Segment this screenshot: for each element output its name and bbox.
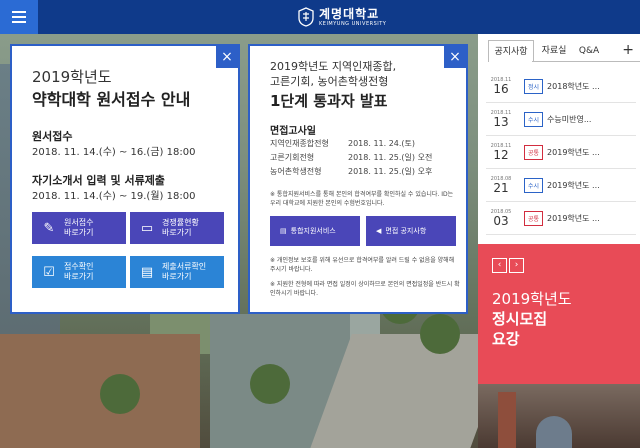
tab-notices[interactable]: 공지사항	[488, 40, 534, 62]
logo-english-text: KEIMYUNG UNIVERSITY	[319, 20, 387, 27]
list-item[interactable]: 2018.11 12 공통 2019학년도 ...	[486, 136, 636, 169]
category-badge: 공통	[524, 210, 544, 226]
more-plus-button[interactable]: +	[622, 42, 634, 58]
documents-dates: 2018. 11. 14.(수) ~ 19.(월) 18:00	[32, 191, 196, 202]
hamburger-menu-button[interactable]	[0, 0, 38, 34]
list-item[interactable]: 2018.08 21 수시 2019학년도 ...	[486, 169, 636, 202]
document-icon: ▤	[280, 227, 287, 235]
application-label: 원서접수	[32, 130, 73, 143]
schedule-row: 농어촌학생전형 2018. 11. 25.(일) 오후	[270, 167, 433, 176]
integrated-service-button[interactable]: ▤ 통합지원서비스	[270, 216, 360, 246]
pharmacy-admission-popup: × 2019학년도 약학대학 원서접수 안내 원서접수 2018. 11. 14…	[10, 44, 240, 314]
pencil-icon: ✎	[43, 220, 55, 236]
category-badge: 수시	[524, 177, 544, 193]
tower-image	[498, 392, 516, 448]
close-popup-button[interactable]: ×	[216, 46, 238, 68]
notice-title: 수능미반영...	[547, 114, 592, 124]
top-header: 계명대학교 KEIMYUNG UNIVERSITY	[0, 0, 640, 34]
notice-title: 2019학년도 ...	[547, 147, 600, 157]
schedule-notice-text: ※ 지원한 전형에 따라 면접 일정이 상이하므로 본인의 면접일정을 반드시 …	[270, 281, 460, 297]
next-slide-button[interactable]: ›	[509, 258, 524, 273]
close-icon: ×	[221, 49, 233, 65]
notice-title: 2018학년도 ...	[547, 81, 600, 91]
tab-qna[interactable]: Q&A	[574, 40, 604, 62]
popup-headline: 1단계 통과자 발표	[270, 92, 388, 110]
popup-line2: 고른기회, 농어촌학생전형	[270, 75, 389, 88]
notice-text: ※ 통합지원서비스를 통해 본인의 합격여부를 확인하실 수 있습니다. ID는…	[270, 191, 454, 207]
schedule-row: 지역인재종합전형 2018. 11. 24.(토)	[270, 139, 416, 148]
interview-notice-button[interactable]: ◀ 면접 공지사항	[366, 216, 456, 246]
dome-image	[536, 416, 572, 448]
popup-line1: 2019학년도 지역인재종합,	[270, 60, 397, 73]
notice-list: 2018.11 16 정시 2018학년도 ... 2018.11 13 수시 수능…	[486, 70, 636, 235]
privacy-notice-text: ※ 개인정보 보호를 위해 유선으로 합격여부를 알려 드릴 수 없음을 양해해…	[270, 257, 455, 273]
list-item[interactable]: 2018.11 16 정시 2018학년도 ...	[486, 70, 636, 103]
close-icon: ×	[449, 49, 461, 65]
logo-korean-text: 계명대학교	[319, 6, 380, 21]
menu-line-icon	[12, 21, 26, 23]
promo-year: 2019학년도	[492, 290, 572, 308]
category-badge: 수시	[524, 111, 544, 127]
apply-button[interactable]: ✎ 원서접수 바로가기	[32, 212, 126, 244]
monitor-icon: ▭	[140, 220, 154, 236]
promo-title: 정시모집	[492, 310, 548, 328]
notice-sidebar: 공지사항 자료실 Q&A + 2018.11 16 정시 2018학년도 ... …	[478, 34, 640, 448]
tab-resources[interactable]: 자료실	[534, 40, 574, 62]
admission-promo-banner[interactable]: ‹ › 2019학년도 정시모집 요강	[478, 244, 640, 448]
list-item[interactable]: 2018.05 03 공통 2019학년도 ...	[486, 202, 636, 235]
competition-rate-button[interactable]: ▭ 경쟁률현황 바로가기	[130, 212, 224, 244]
notice-title: 2019학년도 ...	[547, 213, 600, 223]
popup-title-line2: 약학대학 원서접수 안내	[32, 90, 191, 109]
documents-check-button[interactable]: ▤ 제출서류확인 바로가기	[130, 256, 224, 288]
document-icon: ▤	[140, 264, 154, 280]
schedule-row: 고른기회전형 2018. 11. 25.(일) 오전	[270, 153, 433, 162]
prev-slide-button[interactable]: ‹	[492, 258, 507, 273]
interview-date-label: 면접고사일	[270, 126, 316, 137]
menu-line-icon	[12, 16, 26, 18]
notice-title: 2019학년도 ...	[547, 180, 600, 190]
category-badge: 공통	[524, 144, 544, 160]
documents-label: 자기소개서 입력 및 서류제출	[32, 174, 165, 187]
application-check-button[interactable]: ☑ 접수확인 바로가기	[32, 256, 126, 288]
application-dates: 2018. 11. 14.(수) ~ 16.(금) 18:00	[32, 147, 196, 158]
promo-subtitle: 요강	[492, 330, 520, 348]
close-popup-button[interactable]: ×	[444, 46, 466, 68]
university-emblem-icon	[298, 7, 314, 27]
megaphone-icon: ◀	[376, 227, 382, 235]
checkbox-icon: ☑	[43, 264, 55, 280]
popup-title-line1: 2019학년도	[32, 68, 112, 86]
university-logo[interactable]: 계명대학교 KEIMYUNG UNIVERSITY	[298, 5, 386, 29]
list-item[interactable]: 2018.11 13 수시 수능미반영...	[486, 103, 636, 136]
notice-tabs: 공지사항 자료실 Q&A +	[478, 40, 640, 62]
category-badge: 정시	[524, 78, 544, 94]
menu-line-icon	[12, 11, 26, 13]
first-stage-result-popup: × 2019학년도 지역인재종합, 고른기회, 농어촌학생전형 1단계 통과자 …	[248, 44, 468, 314]
